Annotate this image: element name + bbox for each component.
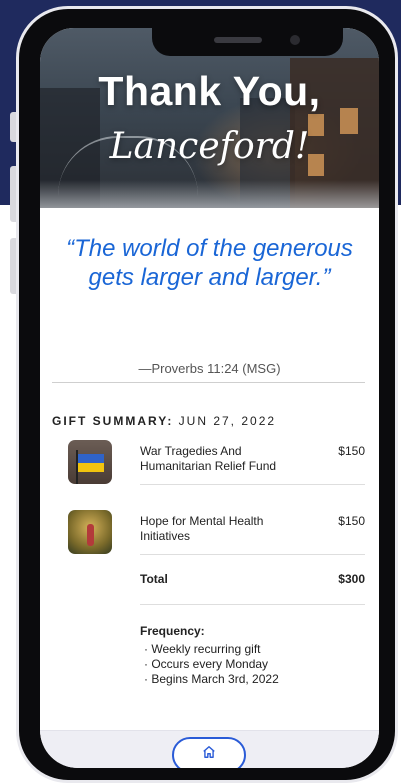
gift-name: Hope for Mental Health Initiatives — [140, 514, 264, 543]
total-separator — [140, 604, 365, 605]
gift-summary-heading: GIFT SUMMARY: JUN 27, 2022 — [52, 414, 276, 428]
frequency-item: Weekly recurring gift — [140, 642, 279, 657]
gift-amount: $150 — [338, 444, 365, 458]
thank-you-title: Thank You, — [98, 68, 321, 114]
quote-source: —Proverbs 11:24 (MSG) — [138, 361, 281, 376]
gift-thumbnail — [68, 440, 112, 484]
quote-text: “The world of the generous gets larger a… — [66, 235, 353, 291]
gift-amount: $150 — [338, 514, 365, 528]
section-divider — [52, 382, 365, 383]
total-label: Total — [140, 572, 168, 586]
frequency-list: Weekly recurring gift Occurs every Monda… — [140, 642, 279, 687]
gift-summary-label: GIFT SUMMARY: — [52, 414, 174, 428]
gift-separator — [140, 484, 365, 485]
donor-name: Lanceford! — [109, 126, 310, 167]
flag-blue-stripe — [78, 454, 104, 463]
gift-name: War Tragedies And Humanitarian Relief Fu… — [140, 444, 277, 473]
phone-screen: Thank You, Lanceford! “The world of the … — [40, 28, 379, 768]
gift-separator — [140, 554, 365, 555]
thumbnail-person — [87, 524, 94, 546]
frequency-label: Frequency: — [140, 624, 205, 638]
total-amount: $300 — [338, 572, 365, 586]
hero-snow — [40, 180, 379, 208]
bottom-nav-bar — [40, 730, 379, 768]
gift-summary-date: JUN 27, 2022 — [178, 414, 277, 428]
home-button[interactable] — [172, 737, 246, 768]
gift-thumbnail — [68, 510, 112, 554]
flag-yellow-stripe — [78, 463, 104, 472]
frequency-item: Occurs every Monday — [140, 657, 279, 672]
home-icon — [203, 746, 215, 758]
notch-camera — [290, 35, 300, 45]
notch-speaker — [214, 37, 262, 43]
phone-notch — [152, 28, 343, 56]
frequency-item: Begins March 3rd, 2022 — [140, 672, 278, 687]
